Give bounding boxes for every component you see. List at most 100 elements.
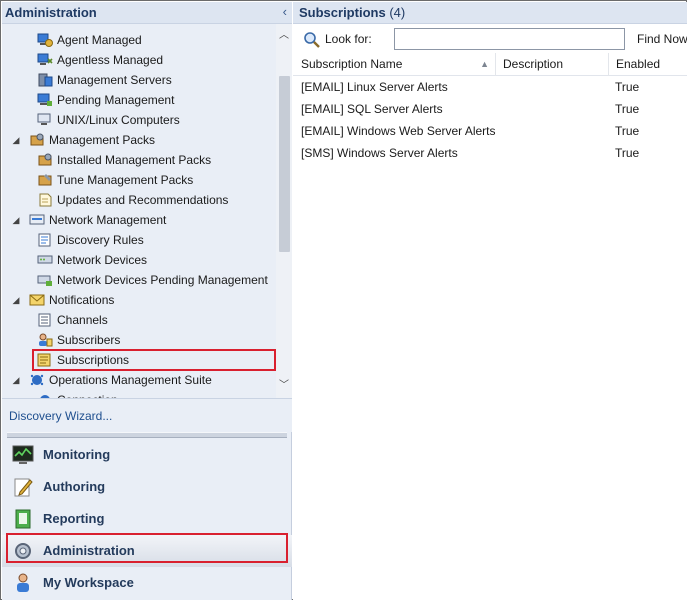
collapse-pane-icon[interactable]: ‹ [283, 4, 287, 19]
wunderbar-splitter[interactable] [7, 432, 287, 438]
pending-management-icon [37, 93, 52, 106]
notifications-icon [29, 294, 45, 306]
navigation-pane: Administration ‹ Agent Managed Agentless… [2, 2, 292, 600]
wunderbar-label: Administration [43, 543, 135, 558]
look-for-input[interactable] [394, 28, 625, 50]
wunderbar-label: Authoring [43, 479, 106, 494]
console-window: Administration ‹ Agent Managed Agentless… [0, 0, 687, 600]
subscriptions-icon [37, 353, 51, 367]
management-packs-icon [30, 133, 44, 146]
wunderbar-my-workspace[interactable]: My Workspace [2, 567, 292, 599]
navigation-tree: Agent Managed Agentless Managed Manageme… [2, 24, 276, 398]
table-row[interactable]: [EMAIL] SQL Server Alerts True [293, 98, 687, 120]
tree-item-label: Tune Management Packs [57, 173, 194, 187]
table-header: Subscription Name ▲ Description Enabled [293, 53, 687, 76]
tree-item-label: Notifications [49, 293, 115, 307]
look-for-label: Look for: [325, 32, 372, 46]
agentless-managed-icon [37, 53, 53, 65]
column-header-label: Description [503, 57, 564, 71]
expanded-arrow-icon[interactable]: ◢ [10, 210, 22, 230]
network-devices-icon [37, 255, 53, 264]
tree-item-label: Management Packs [49, 133, 156, 147]
wunderbar-monitoring[interactable]: Monitoring [2, 439, 292, 471]
subscription-name-cell: [EMAIL] Linux Server Alerts [301, 80, 448, 94]
search-icon [304, 32, 320, 48]
wunderbar-reporting[interactable]: Reporting [2, 503, 292, 535]
table-row[interactable]: [SMS] Windows Server Alerts True [293, 142, 687, 164]
column-header-enabled[interactable]: Enabled [608, 53, 687, 76]
tree-item-label: Connection [57, 390, 118, 398]
column-header-label: Subscription Name [301, 57, 403, 71]
wunderbar-label: My Workspace [43, 575, 134, 590]
table-row[interactable]: [EMAIL] Windows Web Server Alerts True [293, 120, 687, 142]
tree-item-label: Installed Management Packs [57, 153, 212, 167]
enabled-cell: True [615, 102, 640, 116]
find-now-button[interactable]: Find Now [637, 32, 687, 46]
network-devices-pending-icon [37, 275, 52, 286]
wunderbar-label: Monitoring [43, 447, 111, 462]
tree-item-label: Pending Management [57, 93, 175, 107]
tree-item-label: Network Devices Pending Management [57, 273, 268, 287]
tasks-area: Discovery Wizard... [2, 398, 292, 432]
wunderbar-administration[interactable]: Administration [2, 533, 292, 567]
wunderbar-label: Reporting [43, 511, 105, 526]
enabled-cell: True [615, 146, 640, 160]
reporting-icon [15, 509, 31, 529]
scroll-down-icon[interactable]: ﹀ [276, 378, 292, 394]
authoring-icon [14, 478, 33, 497]
scrollbar-thumb[interactable] [279, 76, 290, 252]
results-pane-title: Subscriptions (4) [299, 5, 405, 20]
management-servers-icon [38, 73, 53, 87]
operations-management-suite-icon [30, 374, 44, 386]
subscription-name-cell: [EMAIL] Windows Web Server Alerts [301, 124, 496, 138]
tree-item-label: Channels [57, 313, 108, 327]
my-workspace-icon [17, 573, 29, 592]
search-bar: Look for: Find Now [293, 25, 687, 53]
tune-management-packs-icon [38, 174, 52, 186]
expanded-arrow-icon[interactable]: ◢ [10, 290, 22, 310]
discovery-wizard-link[interactable]: Discovery Wizard... [9, 409, 112, 423]
navigation-tree-scrollbar[interactable]: ︿ ﹀ [276, 24, 292, 398]
administration-icon [15, 543, 31, 559]
tree-item-label: Agent Managed [57, 33, 142, 47]
monitoring-icon [12, 445, 34, 464]
results-pane: Subscriptions (4) Look for: Find Now Sub… [293, 2, 687, 600]
tree-item-label: Subscriptions [57, 353, 130, 367]
network-management-icon [29, 214, 45, 225]
tree-item-label: Subscribers [57, 333, 121, 347]
enabled-cell: True [615, 124, 640, 138]
expanded-arrow-icon[interactable]: ◢ [10, 130, 22, 150]
enabled-cell: True [615, 80, 640, 94]
wunderbar: Monitoring Authoring Reporting Administr… [2, 439, 292, 599]
agent-managed-icon [37, 33, 53, 47]
column-header-label: Enabled [616, 57, 661, 71]
discovery-rules-icon [38, 233, 51, 247]
installed-management-packs-icon [38, 153, 52, 166]
results-title-text: Subscriptions [299, 5, 386, 20]
tree-item-label: Updates and Recommendations [57, 193, 229, 207]
updates-recommendations-icon [39, 193, 52, 207]
column-header-subscription-name[interactable]: Subscription Name ▲ [293, 53, 496, 76]
results-count: (4) [389, 5, 406, 20]
subscribers-icon [39, 333, 53, 347]
tree-item-label: Discovery Rules [57, 233, 144, 247]
tree-item-label: UNIX/Linux Computers [57, 113, 180, 127]
tree-item-label: Network Management [49, 213, 167, 227]
table-row[interactable]: [EMAIL] Linux Server Alerts True [293, 76, 687, 98]
tree-item-label: Agentless Managed [57, 53, 164, 67]
navigation-pane-title: Administration [5, 5, 97, 20]
subscription-name-cell: [SMS] Windows Server Alerts [301, 146, 458, 160]
sort-ascending-icon: ▲ [480, 59, 489, 69]
channels-icon [38, 313, 51, 327]
column-header-description[interactable]: Description [495, 53, 609, 76]
unix-linux-computers-icon [37, 113, 51, 125]
subscription-name-cell: [EMAIL] SQL Server Alerts [301, 102, 443, 116]
scroll-up-icon[interactable]: ︿ [276, 28, 292, 44]
tree-item-label: Operations Management Suite [49, 373, 212, 387]
results-pane-header: Subscriptions (4) [293, 2, 687, 24]
expanded-arrow-icon[interactable]: ◢ [10, 370, 22, 390]
wunderbar-authoring[interactable]: Authoring [2, 471, 292, 503]
tree-item-label: Network Devices [57, 253, 148, 267]
tree-item-label: Management Servers [57, 73, 172, 87]
navigation-pane-header: Administration ‹ [2, 2, 292, 24]
